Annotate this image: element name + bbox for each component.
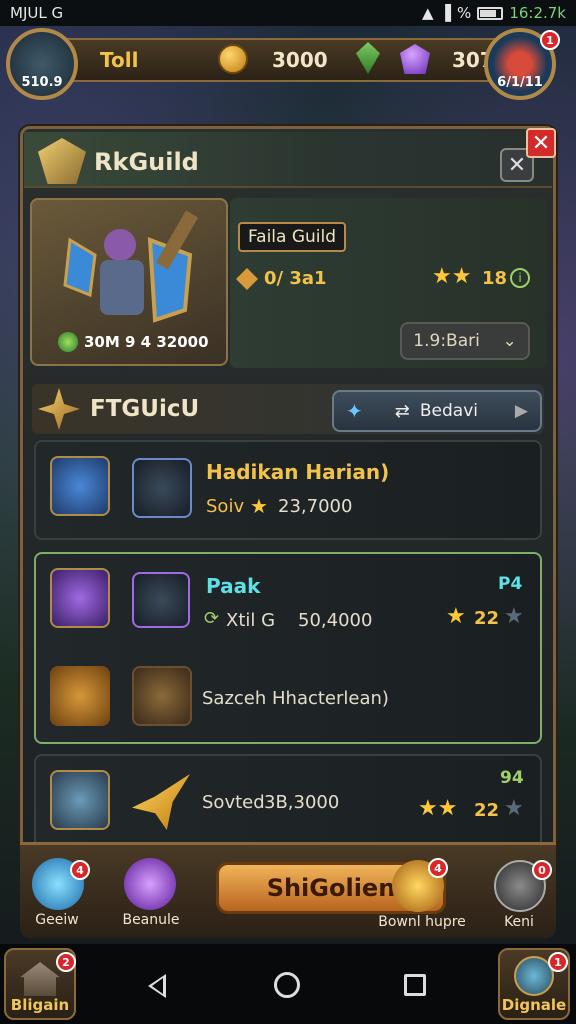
swap-icon: ⇄ [394,400,410,422]
scroll-icon [50,666,110,726]
guild-dropdown[interactable]: 1.9:Bari ⌄ [400,322,530,360]
hero-stats: 30M 9 4 32000 [84,333,209,351]
potion-icon [132,458,192,518]
golden-bird-icon [132,774,190,830]
notif-badge: 1 [548,952,568,972]
rune-icon [50,770,110,830]
home-label: Bligain [10,996,70,1014]
chevron-down-icon: ⌄ [502,331,517,351]
chest-icon [132,666,192,726]
empty-star-icon: ★ [504,604,524,629]
player-level: 510.9 [21,75,63,90]
guild-stars-value: 18 [482,268,508,289]
shield-icon [50,456,110,516]
star-icon: ★ [451,264,472,289]
gold-coin-icon [218,44,248,74]
player-name: Toll [100,48,139,72]
crystal-icon: ✦ [346,399,363,423]
signal-icon: ▐ [439,4,452,22]
house-icon [20,962,60,996]
notif-badge: 0 [532,860,552,880]
gold-amount: 3000 [272,48,328,72]
browse-button[interactable]: ✦ ⇄ Bedavi ▶ [332,390,542,432]
guild-stars: ★★ [432,264,471,289]
item-sub-prefix: Xtil G [226,610,276,631]
list-item[interactable]: Paak P4 ⟳ Xtil G 50,4000 ★ 22 ★ Sazceh H… [34,552,542,744]
battery-icon [477,6,504,20]
status-bar: MJUL G ▲ ▐ % 16:2.7k [0,0,576,26]
action-label: Keni [504,914,534,930]
item-name: Hadikan Harian) [206,460,390,484]
link-icon: ⟳ [204,608,220,629]
notif-badge: 4 [428,858,448,878]
chevron-right-icon: ▶ [514,401,528,421]
panel-title: RkGuild [94,148,199,176]
item-stars-value: 22 [474,800,500,821]
status-right: ▲ ▐ % 16:2.7k [422,4,566,22]
info-icon[interactable]: i [510,268,530,288]
weapon-icon [132,572,190,628]
battery-pct: % [457,4,472,22]
item-secondary: Sazceh Hhacterlean) [202,688,389,709]
item-sub-value: 23,7000 [278,496,353,517]
close-button[interactable]: ✕ [526,128,556,158]
item-sub-value: 3B,3000 [264,792,340,813]
star-icon: ★ [432,264,452,289]
hero-stat-gem-icon [58,332,78,352]
action-label: Bownl hupre [378,914,466,930]
hero-warrior-icon [63,210,199,323]
potion-bag-icon[interactable] [124,858,176,910]
hero-card[interactable]: 30M 9 4 32000 [30,198,228,366]
item-sub-prefix: Sovted [202,792,265,813]
action-label: Geeiw [35,912,79,928]
item-sub-prefix: Soiv [206,496,245,517]
browse-label: Bedavi [419,401,478,421]
event-notif-badge: 1 [540,30,560,50]
home-nav-icon[interactable] [274,972,300,998]
signal-label: Dignale [501,996,567,1014]
status-time: 16:2.7k [509,4,566,22]
list-item[interactable]: Sovted 3B,3000 94 ★★ 22 ★ [34,754,542,854]
guild-name: Faila Guild [238,222,346,252]
star-icon: ★ [250,494,268,518]
amethyst-icon [50,568,110,628]
item-count: P4 [498,574,523,594]
player-avatar[interactable]: 510.9 [6,28,78,100]
star-icon: ★★ [418,796,458,821]
recents-icon[interactable] [404,974,426,996]
guild-resource-value: 0/ 3a1 [264,268,327,289]
guild-dropdown-label: 1.9:Bari [413,331,480,351]
event-badge-value: 6/1/11 [497,75,543,90]
back-icon[interactable] [148,974,166,998]
list-item[interactable]: Hadikan Harian) Soiv ★ 23,7000 [34,440,542,540]
notif-badge: 4 [70,860,90,880]
item-sub-value: 50,4000 [298,610,373,631]
section-title: FTGUicU [90,396,200,422]
item-stars-value: 22 [474,608,500,629]
item-count: 94 [500,768,524,788]
star-icon: ★ [446,604,466,629]
status-left-text: MJUL G [10,4,64,22]
empty-star-icon: ★ [504,796,524,821]
notif-badge: 2 [56,952,76,972]
item-name: Paak [206,574,261,598]
action-label: Beanule [122,912,180,928]
wifi-icon: ▲ [421,4,434,22]
